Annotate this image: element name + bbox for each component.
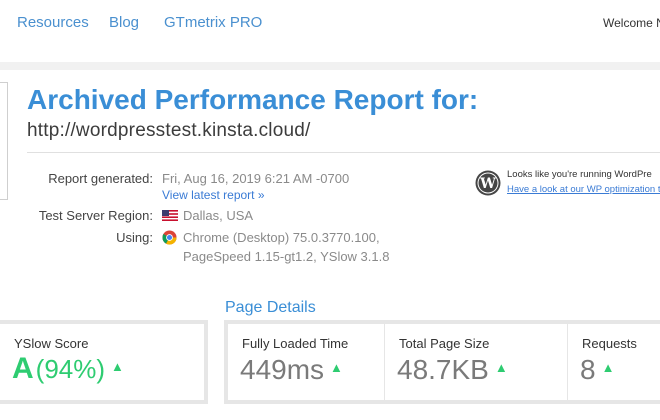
caret-up-icon: ▲ [494,360,508,376]
using-value-versions: PageSpeed 1.15-gt1.2, YSlow 3.1.8 [183,249,390,264]
caret-up-icon: ▲ [111,359,124,375]
wordpress-icon: W [475,170,501,196]
page-details-card: Fully Loaded Time 449ms ▲ Total Page Size… [224,320,660,404]
report-url: http://wordpresstest.kinsta.cloud/ [27,120,311,141]
total-page-size-value: 48.7KB [397,354,489,385]
yslow-grade: A [12,352,34,385]
report-generated-value: Fri, Aug 16, 2019 6:21 AM -0700 [162,171,350,186]
page-screenshot-thumbnail[interactable] [0,82,8,200]
nav-link-blog[interactable]: Blog [109,14,139,31]
yslow-score-card: YSlow Score A(94%) ▲ [0,320,208,404]
using-value-browser: Chrome (Desktop) 75.0.3770.100, [183,230,380,245]
yslow-score-value: A(94%) ▲ [12,352,124,386]
yslow-score-label: YSlow Score [14,336,89,351]
metric-value: 8 ▲ [580,354,614,386]
metric-value: 48.7KB ▲ [397,354,508,386]
us-flag-icon [162,210,178,221]
caret-up-icon: ▲ [601,360,615,376]
using-label: Using: [116,230,153,245]
wordpress-optimization-link[interactable]: Have a look at our WP optimization ti [507,184,660,195]
view-latest-report-link[interactable]: View latest report » [162,188,265,202]
divider [27,152,660,153]
welcome-text[interactable]: Welcome N [603,16,660,30]
report-generated-label: Report generated: [48,171,153,186]
metric-value: 449ms ▲ [240,354,343,386]
svg-text:W: W [479,176,496,192]
yslow-percent: (94%) [35,354,106,384]
fully-loaded-time-value: 449ms [240,354,325,385]
test-server-region-value: Dallas, USA [183,208,254,223]
nav-link-gtmetrix-pro[interactable]: GTmetrix PRO [164,14,262,31]
test-server-region-label: Test Server Region: [38,208,153,223]
page-title: Archived Performance Report for: [27,84,479,115]
page-details-title: Page Details [225,299,316,316]
report-panel: Archived Performance Report for: http://… [0,70,660,420]
metric-total-page-size: Total Page Size 48.7KB ▲ [384,324,567,400]
caret-up-icon: ▲ [330,360,343,376]
requests-value: 8 [580,354,596,385]
metric-requests: Requests 8 ▲ [567,324,660,400]
nav-link-resources[interactable]: Resources [17,14,89,31]
metric-label: Fully Loaded Time [242,336,349,351]
top-navigation: Resources Blog GTmetrix PRO Welcome N [0,0,660,62]
metric-fully-loaded-time: Fully Loaded Time 449ms ▲ [228,324,384,400]
chrome-icon [162,230,177,245]
metric-label: Requests [582,336,637,351]
metric-label: Total Page Size [399,336,490,351]
wordpress-notice-text: Looks like you're running WordPre [507,169,652,180]
